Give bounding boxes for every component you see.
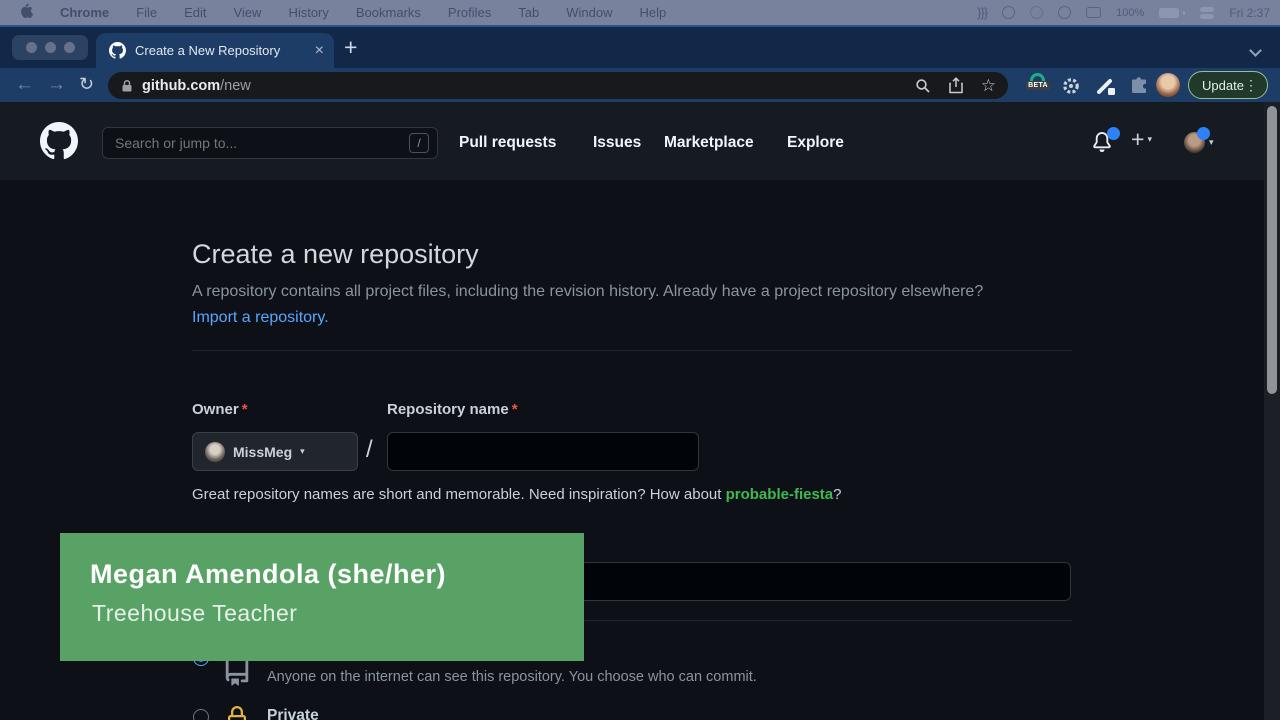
notification-dot (1107, 127, 1120, 140)
tab-title: Create a New Repository (135, 43, 315, 58)
beta-extension-icon[interactable]: BETA (1024, 73, 1052, 90)
create-new-caret-icon: ▾ (1147, 134, 1152, 145)
record-status-icon[interactable] (1058, 6, 1071, 19)
control-center-icon[interactable] (1200, 7, 1214, 19)
bookmark-star-icon[interactable]: ☆ (981, 77, 996, 94)
browser-profile-avatar[interactable] (1156, 73, 1180, 97)
private-lock-icon (225, 706, 249, 720)
lock-icon[interactable] (121, 79, 133, 93)
forward-button[interactable]: → (47, 75, 66, 94)
suggested-repo-name[interactable]: probable-fiesta (726, 486, 834, 503)
apple-icon[interactable] (20, 3, 33, 22)
display-status-icon[interactable] (1086, 7, 1101, 18)
pen-extension-icon[interactable] (1094, 74, 1118, 98)
share-icon[interactable] (948, 77, 964, 94)
menu-history[interactable]: History (288, 5, 328, 20)
scrollbar-thumb[interactable] (1267, 106, 1277, 394)
search-shortcut-badge: / (409, 133, 429, 153)
new-tab-button[interactable]: + (344, 36, 357, 59)
search-input[interactable] (115, 135, 409, 151)
nav-issues[interactable]: Issues (593, 134, 641, 152)
private-radio[interactable] (193, 709, 209, 720)
required-asterisk: * (242, 401, 248, 418)
zoom-icon[interactable] (915, 78, 931, 94)
extensions-puzzle-icon[interactable] (1128, 75, 1150, 97)
update-button[interactable]: Update ⋮ (1188, 71, 1268, 99)
avatar-notification-dot (1197, 127, 1210, 140)
repository-name-input[interactable] (387, 432, 699, 471)
github-logo-icon[interactable] (40, 122, 78, 165)
battery-icon[interactable] (1159, 8, 1185, 18)
browser-menu-icon[interactable]: ⋮ (1244, 77, 1258, 94)
user-menu-caret-icon: ▾ (1209, 137, 1214, 148)
private-label: Private (267, 707, 319, 720)
coin-status-icon[interactable] (1002, 6, 1015, 19)
public-description: Anyone on the internet can see this repo… (267, 669, 757, 685)
menu-profiles[interactable]: Profiles (448, 5, 491, 20)
window-minimize-button[interactable] (45, 42, 56, 53)
dnd-status-icon[interactable] (1030, 6, 1043, 19)
battery-percent: 100% (1116, 7, 1144, 19)
nav-marketplace[interactable]: Marketplace (664, 134, 754, 152)
menu-tab[interactable]: Tab (518, 5, 539, 20)
user-menu[interactable]: ▾ (1184, 132, 1214, 153)
presenter-name: Megan Amendola (she/her) (90, 559, 446, 590)
browser-tab[interactable]: Create a New Repository × (96, 33, 334, 68)
nav-pull-requests[interactable]: Pull requests (459, 134, 556, 152)
menu-view[interactable]: View (233, 5, 261, 20)
window-close-button[interactable] (26, 42, 37, 53)
github-favicon (109, 42, 126, 59)
menu-edit[interactable]: Edit (184, 5, 206, 20)
owner-avatar (205, 442, 225, 462)
presenter-lower-third: Megan Amendola (she/her) Treehouse Teach… (60, 533, 584, 661)
section-divider (192, 350, 1072, 351)
repository-name-label: Repository name* (387, 401, 518, 418)
tab-close-icon[interactable]: × (315, 43, 324, 59)
menu-chrome[interactable]: Chrome (60, 5, 109, 20)
import-repository-link[interactable]: Import a repository. (192, 309, 329, 326)
menu-help[interactable]: Help (640, 5, 667, 20)
github-search-box[interactable]: / (102, 127, 438, 159)
required-asterisk: * (512, 401, 518, 418)
extension-flower-icon[interactable] (1060, 75, 1082, 97)
tab-search-chevron-icon[interactable] (1251, 46, 1261, 56)
screen: Chrome File Edit View History Bookmarks … (0, 0, 1280, 720)
page-intro: A repository contains all project files,… (192, 279, 1022, 331)
nav-explore[interactable]: Explore (787, 134, 844, 152)
reload-button[interactable]: ↻ (79, 75, 94, 93)
owner-label: Owner* (192, 401, 248, 418)
menu-window[interactable]: Window (566, 5, 612, 20)
repo-book-icon (222, 656, 252, 691)
repo-name-hint: Great repository names are short and mem… (192, 486, 841, 503)
back-button[interactable]: ← (15, 75, 34, 94)
owner-repo-separator: / (366, 436, 373, 464)
page-title: Create a new repository (192, 239, 479, 270)
owner-name: MissMeg (233, 444, 292, 460)
menu-file[interactable]: File (136, 5, 157, 20)
create-new-button[interactable]: + ▾ (1131, 128, 1152, 151)
macos-menubar: Chrome File Edit View History Bookmarks … (0, 0, 1280, 25)
owner-select-button[interactable]: MissMeg ▾ (192, 432, 358, 471)
menubar-clock[interactable]: Fri 2:37 (1229, 6, 1270, 20)
url-path: /new (220, 78, 251, 94)
squiggle-status-icon[interactable]: }}} (977, 5, 987, 20)
owner-caret-icon: ▾ (300, 446, 305, 457)
address-bar[interactable]: github.com /new ☆ (108, 72, 1008, 99)
window-zoom-button[interactable] (64, 42, 75, 53)
presenter-role: Treehouse Teacher (92, 600, 297, 627)
menu-bookmarks[interactable]: Bookmarks (356, 5, 421, 20)
url-host: github.com (142, 78, 220, 94)
window-controls (12, 35, 88, 60)
notifications-bell-icon[interactable] (1092, 132, 1116, 156)
